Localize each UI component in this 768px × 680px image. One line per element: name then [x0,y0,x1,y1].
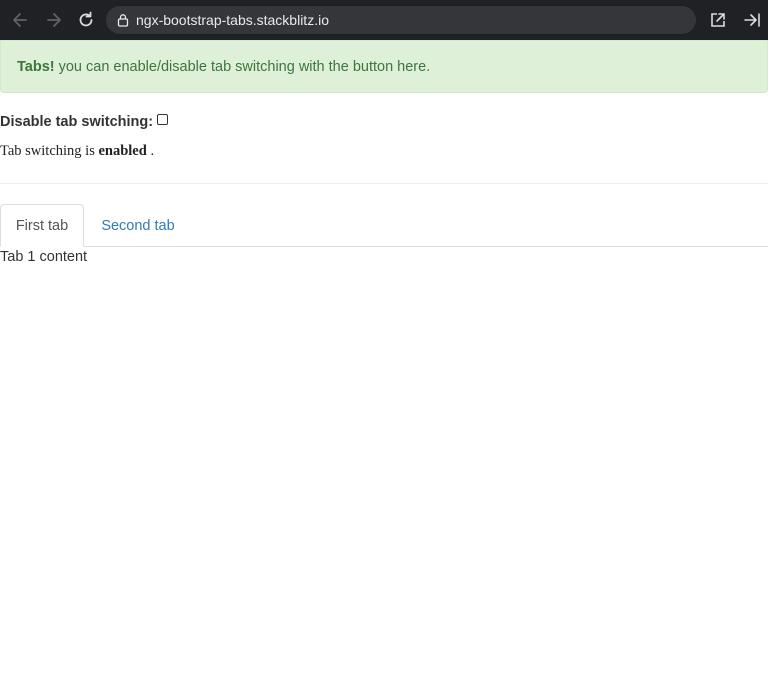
tab-content: Tab 1 content [0,249,88,265]
toggle-label: Disable tab switching: [0,114,154,130]
alert-text: you can enable/disable tab switching wit… [58,58,431,75]
address-bar[interactable]: ngx-bootstrap-tabs.stackblitz.io [106,6,696,34]
reload-icon[interactable] [74,8,98,32]
url-text: ngx-bootstrap-tabs.stackblitz.io [136,12,329,28]
back-arrow-icon[interactable] [8,8,32,32]
divider [0,183,768,184]
collapse-panel-icon[interactable] [740,8,764,32]
status-state: enabled [98,143,147,159]
status-line: Tab switching is enabled . [0,143,154,160]
open-external-icon[interactable] [706,8,730,32]
disable-switching-checkbox[interactable] [157,113,169,125]
alert-strong: Tabs! [17,58,55,75]
success-alert: Tabs! you can enable/disable tab switchi… [0,40,768,93]
lock-icon [116,13,130,27]
status-prefix: Tab switching is [0,143,95,159]
toggle-row: Disable tab switching: [0,113,169,130]
status-suffix: . [150,143,155,159]
tab-second[interactable]: Second tab [86,204,190,247]
browser-toolbar: ngx-bootstrap-tabs.stackblitz.io [0,0,768,40]
forward-arrow-icon[interactable] [42,8,66,32]
tab-list: First tab Second tab [0,204,768,247]
tab-first[interactable]: First tab [0,204,84,247]
